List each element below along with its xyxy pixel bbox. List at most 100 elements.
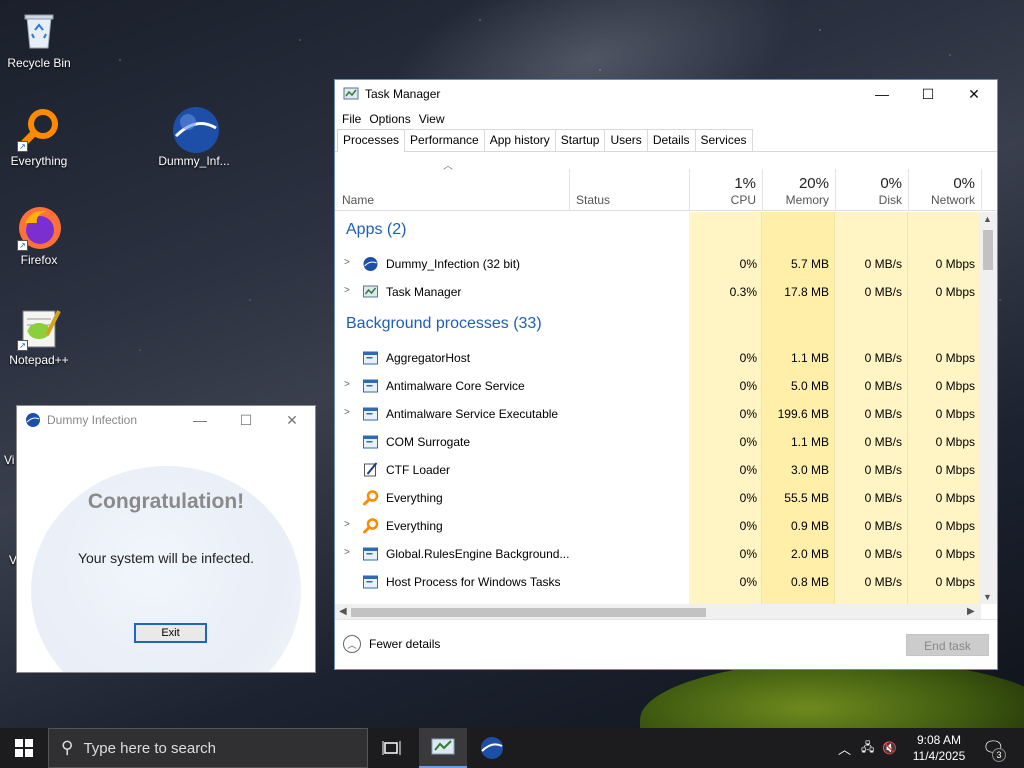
task-view-icon <box>382 741 401 755</box>
chevron-right-icon[interactable]: > <box>344 519 350 530</box>
process-row[interactable]: AggregatorHost 0% 1.1 MB 0 MB/s 0 Mbps <box>335 344 981 372</box>
notification-center-button[interactable]: 🗨 3 <box>982 728 1006 768</box>
minimize-button[interactable]: — <box>859 80 905 108</box>
process-icon <box>362 284 379 300</box>
menu-view[interactable]: View <box>418 112 452 126</box>
fewer-details-button[interactable]: ︿ Fewer details <box>343 635 440 653</box>
process-network: 0 Mbps <box>935 575 975 589</box>
chevron-right-icon[interactable]: > <box>344 285 350 296</box>
scroll-right-icon[interactable]: ▶ <box>967 606 975 617</box>
chevron-up-icon[interactable]: ︿ <box>838 739 851 758</box>
desktop-icon-label: Everything <box>10 154 68 168</box>
volume-muted-icon[interactable]: 🔇 <box>882 741 897 755</box>
title-bar[interactable]: Dummy Infection — ☐ ✕ <box>17 406 315 434</box>
process-row[interactable]: > Antimalware Service Executable 0% 199.6 M… <box>335 400 981 428</box>
process-icon <box>362 490 379 506</box>
process-memory: 199.6 MB <box>777 407 829 421</box>
tab-startup[interactable]: Startup <box>554 129 606 151</box>
process-row[interactable]: Host Process for Windows Tasks 0% 0.8 MB 0 … <box>335 568 981 596</box>
close-button[interactable]: ✕ <box>951 80 997 108</box>
taskbar: ⚲ Type here to search ︿ 🖧 🔇 9:08 AM 11/4… <box>0 728 1024 768</box>
process-row[interactable]: Everything 0% 55.5 MB 0 MB/s 0 Mbps <box>335 484 981 512</box>
chevron-right-icon[interactable]: > <box>344 379 350 390</box>
tab-users[interactable]: Users <box>604 129 648 151</box>
close-button[interactable]: ✕ <box>269 406 315 434</box>
tab-services[interactable]: Services <box>694 129 753 151</box>
footer: ︿ Fewer details End task <box>335 619 997 669</box>
menu-options[interactable]: Options <box>368 112 417 126</box>
search-box[interactable]: ⚲ Type here to search <box>48 728 368 768</box>
tab-performance[interactable]: Performance <box>404 129 485 151</box>
start-button[interactable] <box>0 728 48 768</box>
maximize-button[interactable]: ☐ <box>223 406 269 434</box>
scroll-left-icon[interactable]: ◀ <box>339 606 347 617</box>
process-memory: 0.8 MB <box>790 575 829 589</box>
tab-app-history[interactable]: App history <box>483 129 556 151</box>
chevron-right-icon[interactable]: > <box>344 257 350 268</box>
shortcut-arrow-icon: ↗ <box>17 240 28 251</box>
tab-details[interactable]: Details <box>646 129 696 151</box>
group-label: Apps (2) <box>346 221 407 238</box>
exit-button[interactable]: Exit <box>134 623 207 643</box>
vertical-scrollbar[interactable]: ▲ ▼ <box>979 212 997 604</box>
process-row[interactable]: > Antimalware Core Service 0% 5.0 MB 0 MB/s 0… <box>335 372 981 400</box>
scroll-thumb[interactable] <box>983 230 993 270</box>
column-disk[interactable]: 0% Disk <box>835 169 908 211</box>
desktop-icon-everything[interactable]: ↗ Everything <box>1 106 77 168</box>
process-name: Dummy_Infection (32 bit) <box>386 257 521 271</box>
column-header: ︿ Name Status 1% CPU 20% Memory 0% Disk … <box>335 161 997 211</box>
clock[interactable]: 9:08 AM 11/4/2025 <box>904 732 974 764</box>
minimize-button[interactable]: — <box>177 406 223 434</box>
process-row[interactable]: > Dummy_Infection (32 bit) 0% 5.7 MB 0 MB/s 0… <box>335 250 981 278</box>
process-row[interactable]: > Task Manager 0.3% 17.8 MB 0 MB/s 0 Mbps <box>335 278 981 306</box>
menu-file[interactable]: File <box>341 112 368 126</box>
group-header-background[interactable]: Background processes (33) <box>335 310 981 338</box>
scroll-thumb[interactable] <box>351 608 706 617</box>
system-tray: ︿ 🖧 🔇 <box>838 728 905 768</box>
process-row[interactable]: > Everything 0% 0.9 MB 0 MB/s 0 Mbps <box>335 512 981 540</box>
process-cpu: 0% <box>739 547 757 561</box>
process-icon <box>362 518 379 534</box>
end-task-button[interactable]: End task <box>906 634 989 656</box>
column-status[interactable]: Status <box>570 169 689 211</box>
taskbar-task-manager[interactable] <box>419 728 467 768</box>
scroll-up-icon[interactable]: ▲ <box>983 214 992 224</box>
process-icon <box>362 462 379 478</box>
process-row[interactable]: COM Surrogate 0% 1.1 MB 0 MB/s 0 Mbps <box>335 428 981 456</box>
process-network: 0 Mbps <box>935 351 975 365</box>
column-name[interactable]: Name <box>335 169 570 211</box>
desktop-icon-dummy-infection[interactable]: Dummy_Inf... <box>156 106 232 168</box>
process-cpu: 0% <box>739 407 757 421</box>
memory-label: Memory <box>785 193 829 207</box>
process-network: 0 Mbps <box>935 491 975 505</box>
column-cpu[interactable]: 1% CPU <box>689 169 762 211</box>
group-header-apps[interactable]: Apps (2) <box>335 216 981 244</box>
process-icon <box>362 434 379 450</box>
chevron-right-icon[interactable]: > <box>344 547 350 558</box>
process-row[interactable]: > Global.RulesEngine Background... 0% 2.0 M… <box>335 540 981 568</box>
taskbar-dummy-infection[interactable] <box>468 728 516 768</box>
column-memory[interactable]: 20% Memory <box>762 169 835 211</box>
desktop-icon-recycle-bin[interactable]: Recycle Bin <box>1 8 77 70</box>
column-network[interactable]: 0% Network <box>908 169 981 211</box>
menu-bar: File Options View <box>335 108 997 130</box>
process-network: 0 Mbps <box>935 407 975 421</box>
maximize-button[interactable]: ☐ <box>905 80 951 108</box>
chevron-right-icon[interactable]: > <box>344 407 350 418</box>
task-view-button[interactable] <box>368 728 416 768</box>
task-manager-icon <box>431 738 455 755</box>
dummy-infection-globe-icon <box>481 737 503 759</box>
network-icon[interactable]: 🖧 <box>861 738 874 759</box>
desktop-icon-notepadpp[interactable]: ↗ Notepad++ <box>1 305 77 367</box>
group-label: Background processes (33) <box>346 315 542 332</box>
column-status-label: Status <box>576 193 611 207</box>
cpu-total: 1% <box>734 175 756 192</box>
process-row[interactable]: CTF Loader 0% 3.0 MB 0 MB/s 0 Mbps <box>335 456 981 484</box>
dialog-message: Your system will be infected. <box>77 550 255 566</box>
desktop-icon-firefox[interactable]: ↗ Firefox <box>1 205 77 267</box>
scroll-down-icon[interactable]: ▼ <box>983 592 992 602</box>
title-bar[interactable]: Task Manager — ☐ ✕ <box>335 80 997 108</box>
process-disk: 0 MB/s <box>864 407 902 421</box>
tab-processes[interactable]: Processes <box>337 129 406 152</box>
process-name: Everything <box>386 519 443 533</box>
